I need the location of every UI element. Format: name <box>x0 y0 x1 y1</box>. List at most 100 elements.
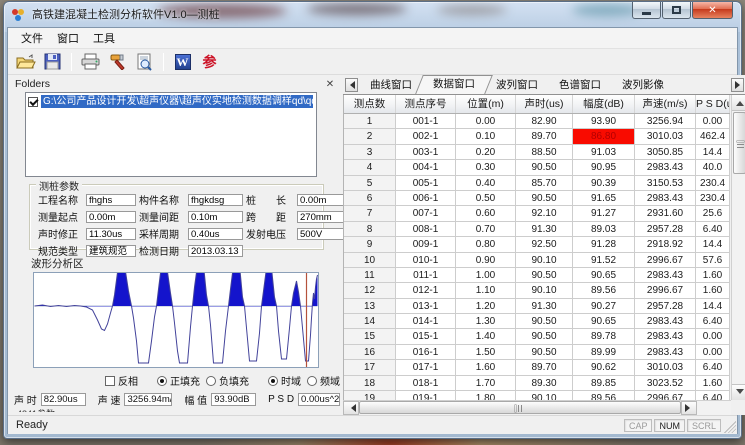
cell[interactable]: 004-1 <box>396 160 456 174</box>
cell[interactable]: 90.50 <box>516 268 573 282</box>
cell[interactable]: 1 <box>344 114 396 128</box>
cell[interactable]: 90.65 <box>573 268 635 282</box>
cell[interactable]: 90.65 <box>573 314 635 328</box>
cell[interactable]: 89.99 <box>573 345 635 359</box>
cell[interactable]: 015-1 <box>396 329 456 343</box>
maximize-button[interactable] <box>662 2 691 19</box>
cell[interactable]: 462.4 <box>696 129 730 143</box>
cell[interactable]: 90.50 <box>516 160 573 174</box>
cell[interactable]: 3010.03 <box>635 129 696 143</box>
cell[interactable]: 018-1 <box>396 376 456 390</box>
resize-grip[interactable] <box>724 421 736 433</box>
param-value-9[interactable]: 建筑规范 <box>86 245 136 257</box>
cell[interactable]: 2983.43 <box>635 160 696 174</box>
cell[interactable]: 4 <box>344 160 396 174</box>
cell[interactable]: 90.62 <box>573 360 635 374</box>
cell[interactable]: 1.50 <box>456 345 516 359</box>
cell[interactable]: 0.90 <box>456 253 516 267</box>
cell[interactable]: 0.80 <box>456 237 516 251</box>
cell[interactable]: 3023.52 <box>635 376 696 390</box>
cell[interactable]: 0.00 <box>696 345 730 359</box>
cell[interactable]: 8 <box>344 222 396 236</box>
open-file-button[interactable] <box>14 51 37 73</box>
cell[interactable]: 90.10 <box>516 283 573 297</box>
print-preview-button[interactable] <box>133 51 156 73</box>
cell[interactable]: 1.10 <box>456 283 516 297</box>
column-header-2[interactable]: 位置(m) <box>456 95 516 113</box>
cell[interactable]: 14.4 <box>696 237 730 251</box>
menu-item-1[interactable]: 窗口 <box>50 28 86 48</box>
cell[interactable]: 0.20 <box>456 145 516 159</box>
cell[interactable]: 6.40 <box>696 222 730 236</box>
cell[interactable]: 91.52 <box>573 253 635 267</box>
param-value-1[interactable]: fhgkdsg <box>188 194 243 206</box>
save-button[interactable] <box>41 51 64 73</box>
cell[interactable]: 2918.92 <box>635 237 696 251</box>
horizontal-scrollbar[interactable] <box>343 400 731 415</box>
cell[interactable]: 1.30 <box>456 314 516 328</box>
cell[interactable]: 3150.53 <box>635 176 696 190</box>
column-header-3[interactable]: 声时(us) <box>516 95 573 113</box>
cell[interactable]: 003-1 <box>396 145 456 159</box>
cell[interactable]: 86.80 <box>573 129 635 143</box>
cell[interactable]: 6.40 <box>696 314 730 328</box>
cell[interactable]: 2996.67 <box>635 253 696 267</box>
tab-3[interactable]: 色谱窗口 <box>545 77 615 94</box>
cell[interactable]: 001-1 <box>396 114 456 128</box>
cell[interactable]: 006-1 <box>396 191 456 205</box>
cell[interactable]: 89.30 <box>516 376 573 390</box>
cell[interactable]: 89.70 <box>516 360 573 374</box>
folder-item[interactable]: G:\公司产品设计开发\超声仪器\超声仪实地检测数据调样qd\qd03\qd03… <box>28 95 314 108</box>
cell[interactable]: 2957.28 <box>635 299 696 313</box>
cell[interactable]: 1.60 <box>456 360 516 374</box>
cell[interactable]: 0.10 <box>456 129 516 143</box>
cell[interactable]: 005-1 <box>396 176 456 190</box>
folders-close-icon[interactable]: ✕ <box>324 79 336 90</box>
tab-scroll-right-button[interactable] <box>731 78 744 92</box>
cell[interactable]: 0.00 <box>696 114 730 128</box>
cell[interactable]: 12 <box>344 283 396 297</box>
cell[interactable]: 019-1 <box>396 391 456 400</box>
cell[interactable]: 90.39 <box>573 176 635 190</box>
fill-negative-radio[interactable]: 负填充 <box>206 373 249 388</box>
cell[interactable]: 5 <box>344 176 396 190</box>
cell[interactable]: 0.00 <box>696 329 730 343</box>
print-button[interactable] <box>79 51 102 73</box>
menu-item-2[interactable]: 工具 <box>86 28 122 48</box>
cell[interactable]: 15 <box>344 329 396 343</box>
cell[interactable]: 2983.43 <box>635 314 696 328</box>
cell[interactable]: 0.60 <box>456 206 516 220</box>
column-header-4[interactable]: 幅度(dB) <box>573 95 635 113</box>
param-value-4[interactable]: 0.10m <box>188 211 243 223</box>
reading-value-1[interactable]: 3256.94m/s <box>124 393 172 406</box>
cell[interactable]: 3010.03 <box>635 360 696 374</box>
word-export-button[interactable]: W <box>171 51 194 73</box>
vertical-scrollbar[interactable] <box>731 95 745 400</box>
cell[interactable]: 90.10 <box>516 253 573 267</box>
data-table[interactable]: 测点数测点序号位置(m)声时(us)幅度(dB)声速(m/s)P S D(us … <box>343 95 730 400</box>
param-value-7[interactable]: 0.40us <box>188 228 243 240</box>
cell[interactable]: 17 <box>344 360 396 374</box>
cell[interactable]: 6 <box>344 191 396 205</box>
cell[interactable]: 1.20 <box>456 299 516 313</box>
cell[interactable]: 230.4 <box>696 191 730 205</box>
menu-item-0[interactable]: 文件 <box>14 28 50 48</box>
cell[interactable]: 2931.60 <box>635 206 696 220</box>
cell[interactable]: 11 <box>344 268 396 282</box>
cell[interactable]: 89.78 <box>573 329 635 343</box>
cell[interactable]: 6.40 <box>696 360 730 374</box>
scroll-up-button[interactable] <box>732 95 745 111</box>
parameters-button[interactable]: 参 <box>198 51 221 73</box>
cell[interactable]: 7 <box>344 206 396 220</box>
param-value-6[interactable]: 11.30us <box>86 228 136 240</box>
cell[interactable]: 91.65 <box>573 191 635 205</box>
cell[interactable]: 0.40 <box>456 176 516 190</box>
cell[interactable]: 90.50 <box>516 314 573 328</box>
time-domain-radio[interactable]: 时域 <box>268 373 301 388</box>
column-header-6[interactable]: P S D(us <box>696 95 730 113</box>
cell[interactable]: 2983.43 <box>635 191 696 205</box>
waveform-canvas[interactable] <box>33 272 319 368</box>
reading-value-2[interactable]: 93.90dB <box>211 393 256 406</box>
tab-4[interactable]: 波列影像 <box>608 77 678 94</box>
cell[interactable]: 91.27 <box>573 206 635 220</box>
